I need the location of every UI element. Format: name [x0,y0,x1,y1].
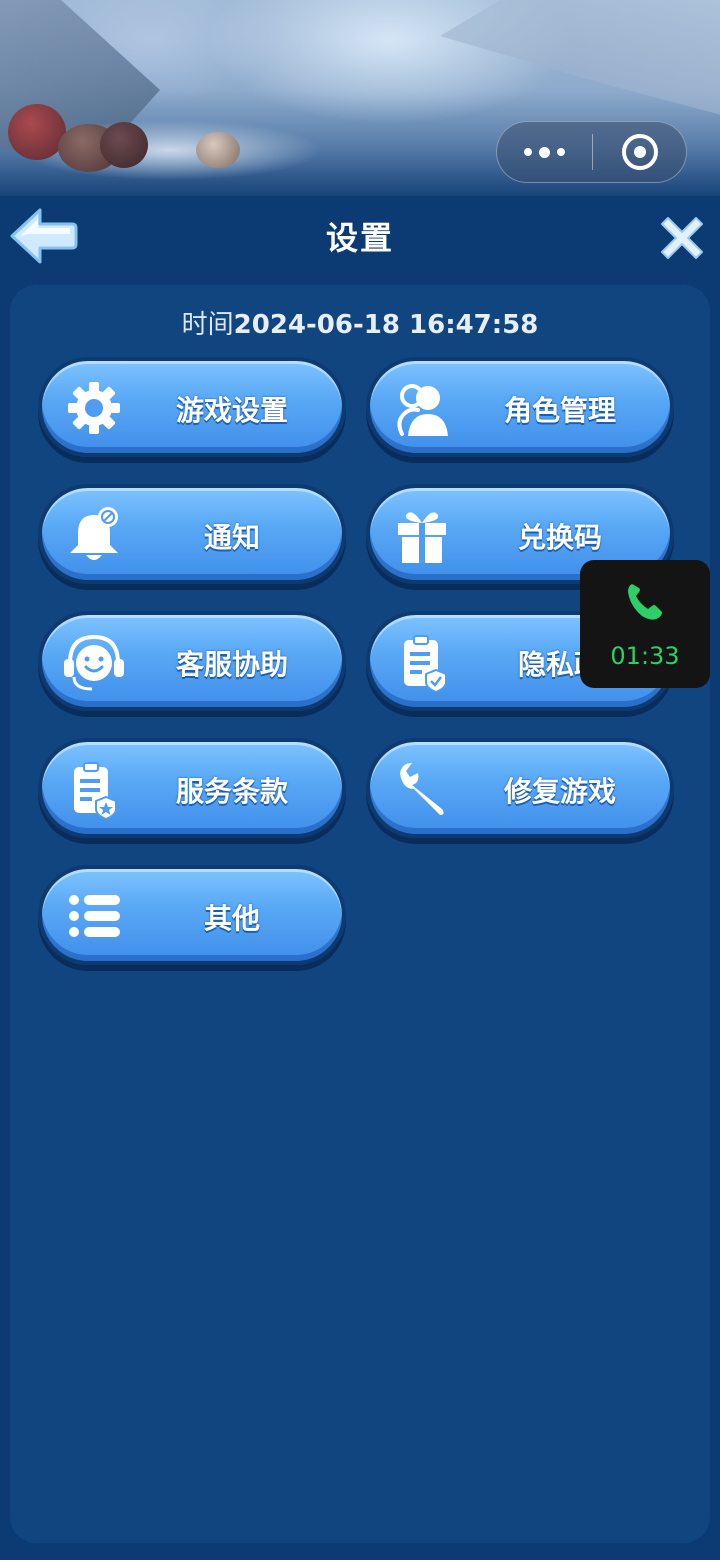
character-management-button[interactable]: 角色管理 [366,357,674,457]
exit-miniprogram-button[interactable] [593,122,686,182]
miniprogram-capsule [496,121,687,183]
scenery-character [196,132,240,168]
customer-support-button[interactable]: 客服协助 [38,611,346,711]
bell-icon [62,504,126,566]
game-settings-button[interactable]: 游戏设置 [38,357,346,457]
settings-screen: 设置 时间2024-06-18 16:47:58 游戏设置 角色管理 通知 兑换… [0,0,720,1560]
person-icon [390,377,454,439]
dot-icon [557,148,565,156]
other-button[interactable]: 其他 [38,865,346,965]
scenery-character [8,104,66,160]
headset-icon [62,631,126,693]
button-label: 游戏设置 [175,394,288,427]
phone-icon [628,584,662,620]
wrench-icon [390,758,454,820]
dot-icon [524,148,532,156]
more-menu-button[interactable] [497,122,592,182]
terms-of-service-button[interactable]: 服务条款 [38,738,346,838]
server-time: 时间2024-06-18 16:47:58 [0,304,720,341]
button-label: 角色管理 [503,394,616,427]
notifications-button[interactable]: 通知 [38,484,346,584]
button-label: 兑换码 [517,521,602,554]
page-title: 设置 [325,219,394,257]
target-icon [621,134,658,170]
button-label: 通知 [203,521,260,554]
voice-call-widget[interactable]: 01:33 [580,560,710,688]
button-label: 修复游戏 [503,775,616,808]
scenery-character [100,122,148,168]
list-icon [62,885,126,947]
close-button[interactable] [660,216,704,260]
clipboard-star-icon [62,758,126,820]
time-value: 2024-06-18 16:47:58 [233,310,539,340]
button-label: 服务条款 [175,775,288,808]
gear-icon [62,377,126,439]
repair-game-button[interactable]: 修复游戏 [366,738,674,838]
dot-icon [539,146,550,158]
button-label: 客服协助 [175,648,288,681]
gift-icon [390,504,454,566]
scenery-cliff [440,0,720,120]
close-icon [661,217,703,259]
call-duration: 01:33 [610,642,680,670]
clipboard-shield-icon [390,631,454,693]
button-label: 其他 [203,902,260,935]
time-label: 时间 [181,310,234,340]
